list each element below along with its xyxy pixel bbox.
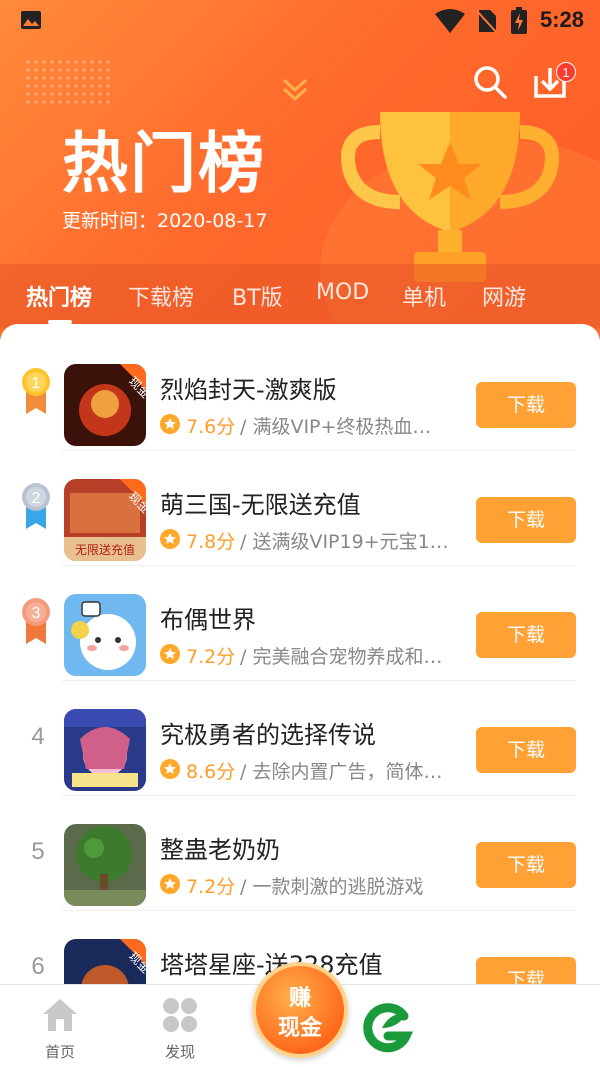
image-notification-icon [21, 11, 41, 29]
star-icon [160, 874, 180, 894]
discover-icon [163, 998, 197, 1032]
trophy-illustration [341, 112, 559, 282]
download-button[interactable]: 下载 [476, 957, 576, 984]
rating-score: 8.6分 [186, 761, 236, 783]
download-count-badge: 1 [556, 62, 576, 82]
app-icon[interactable]: 无限送充值 现金 [64, 479, 146, 561]
earn-label-line2: 现金 [277, 1016, 322, 1041]
rating-score: 7.2分 [186, 876, 236, 898]
category-tabs: 热门榜 下载榜 BT版 MOD 单机 网游 [0, 264, 600, 328]
earn-cash-button[interactable]: 赚 现金 [252, 962, 348, 1058]
nav-discover[interactable]: 发现 [140, 985, 220, 1067]
tab-hot[interactable]: 热门榜 [26, 280, 92, 312]
star-icon [160, 414, 180, 434]
rating-score: 7.2分 [186, 646, 236, 668]
app-name: 整蛊老奶奶 [160, 836, 280, 864]
download-button[interactable]: 下载 [476, 382, 576, 428]
app-description: / 满级VIP+终极热血神… [240, 416, 450, 438]
app-name: 布偶世界 [160, 606, 256, 634]
app-icon[interactable] [64, 709, 146, 791]
star-icon [160, 529, 180, 549]
svg-text:2: 2 [32, 490, 41, 507]
tab-mod[interactable]: MOD [316, 280, 369, 305]
star-icon [160, 644, 180, 664]
app-description: / 完美融合宠物养成和… [240, 646, 443, 668]
rank-number: 6 [31, 953, 45, 980]
list-item[interactable]: 5 整蛊老奶奶 7.2分 / 一款刺激的逃脱游戏 下载 [0, 796, 600, 911]
app-description: / 送满级VIP19+元宝1… [240, 531, 449, 553]
dot-pattern [24, 58, 114, 106]
download-button[interactable]: 下载 [476, 842, 576, 888]
svg-text:1: 1 [32, 375, 41, 392]
page-title: 热门榜 [62, 125, 266, 202]
app-name: 究极勇者的选择传说 [160, 721, 376, 749]
nav-home[interactable]: 首页 [20, 985, 100, 1067]
status-bar: 5:28 [0, 0, 600, 44]
list-item[interactable]: 4 究极勇者的选择传说 8.6分 / 去除内置广告，简体… 下载 [0, 681, 600, 796]
silver-medal-icon: 2 [22, 483, 50, 529]
download-button[interactable]: 下载 [476, 612, 576, 658]
chevron-down-icon [282, 78, 308, 102]
list-item[interactable]: 1 现金 烈焰封天-激爽版 7.6分 / 满级VIP+终极热血神… 下载 [0, 336, 600, 451]
svg-text:无限送充值: 无限送充值 [75, 542, 135, 557]
star-icon [160, 759, 180, 779]
earn-label-line1: 赚 [288, 986, 311, 1011]
download-button[interactable]: 下载 [476, 497, 576, 543]
no-sim-icon [476, 10, 498, 34]
ranking-list: 1 现金 烈焰封天-激爽版 7.6分 / 满级VIP+终极热血神… 下载 2 无… [0, 324, 600, 984]
rank-number: 4 [31, 723, 45, 750]
gold-medal-icon: 1 [22, 368, 50, 414]
wifi-icon [435, 9, 465, 33]
app-description: / 一款刺激的逃脱游戏 [240, 876, 424, 898]
nav-discover-label: 发现 [164, 1043, 195, 1061]
bronze-medal-icon: 3 [22, 598, 50, 644]
app-icon[interactable] [64, 824, 146, 906]
brand-logo-icon[interactable] [356, 998, 418, 1060]
app-name: 烈焰封天-激爽版 [160, 376, 337, 404]
home-icon [43, 999, 77, 1031]
tab-download[interactable]: 下载榜 [128, 280, 194, 312]
app-description: / 去除内置广告，简体… [240, 761, 443, 783]
tab-online[interactable]: 网游 [482, 280, 526, 312]
tab-bt[interactable]: BT版 [232, 280, 283, 312]
tab-standalone[interactable]: 单机 [402, 280, 446, 312]
rating-score: 7.6分 [186, 416, 236, 438]
app-icon[interactable] [64, 594, 146, 676]
app-icon[interactable]: 现金 [64, 364, 146, 446]
rating-score: 7.8分 [186, 531, 236, 553]
clock: 5:28 [540, 7, 585, 32]
battery-charging-icon [511, 7, 527, 34]
list-item[interactable]: 3 布偶世界 7.2分 / 完美融合宠物养成和… 下载 [0, 566, 600, 681]
update-time: 更新时间：2020-08-17 [62, 210, 268, 232]
nav-home-label: 首页 [44, 1043, 75, 1061]
download-button[interactable]: 下载 [476, 727, 576, 773]
svg-text:3: 3 [32, 605, 41, 622]
list-item[interactable]: 2 无限送充值 现金 萌三国-无限送充值 7.8分 / 送满级VIP19+元宝1… [0, 451, 600, 566]
app-name: 萌三国-无限送充值 [160, 491, 361, 519]
rank-number: 5 [31, 838, 45, 865]
app-icon[interactable]: 现金 [64, 939, 146, 984]
